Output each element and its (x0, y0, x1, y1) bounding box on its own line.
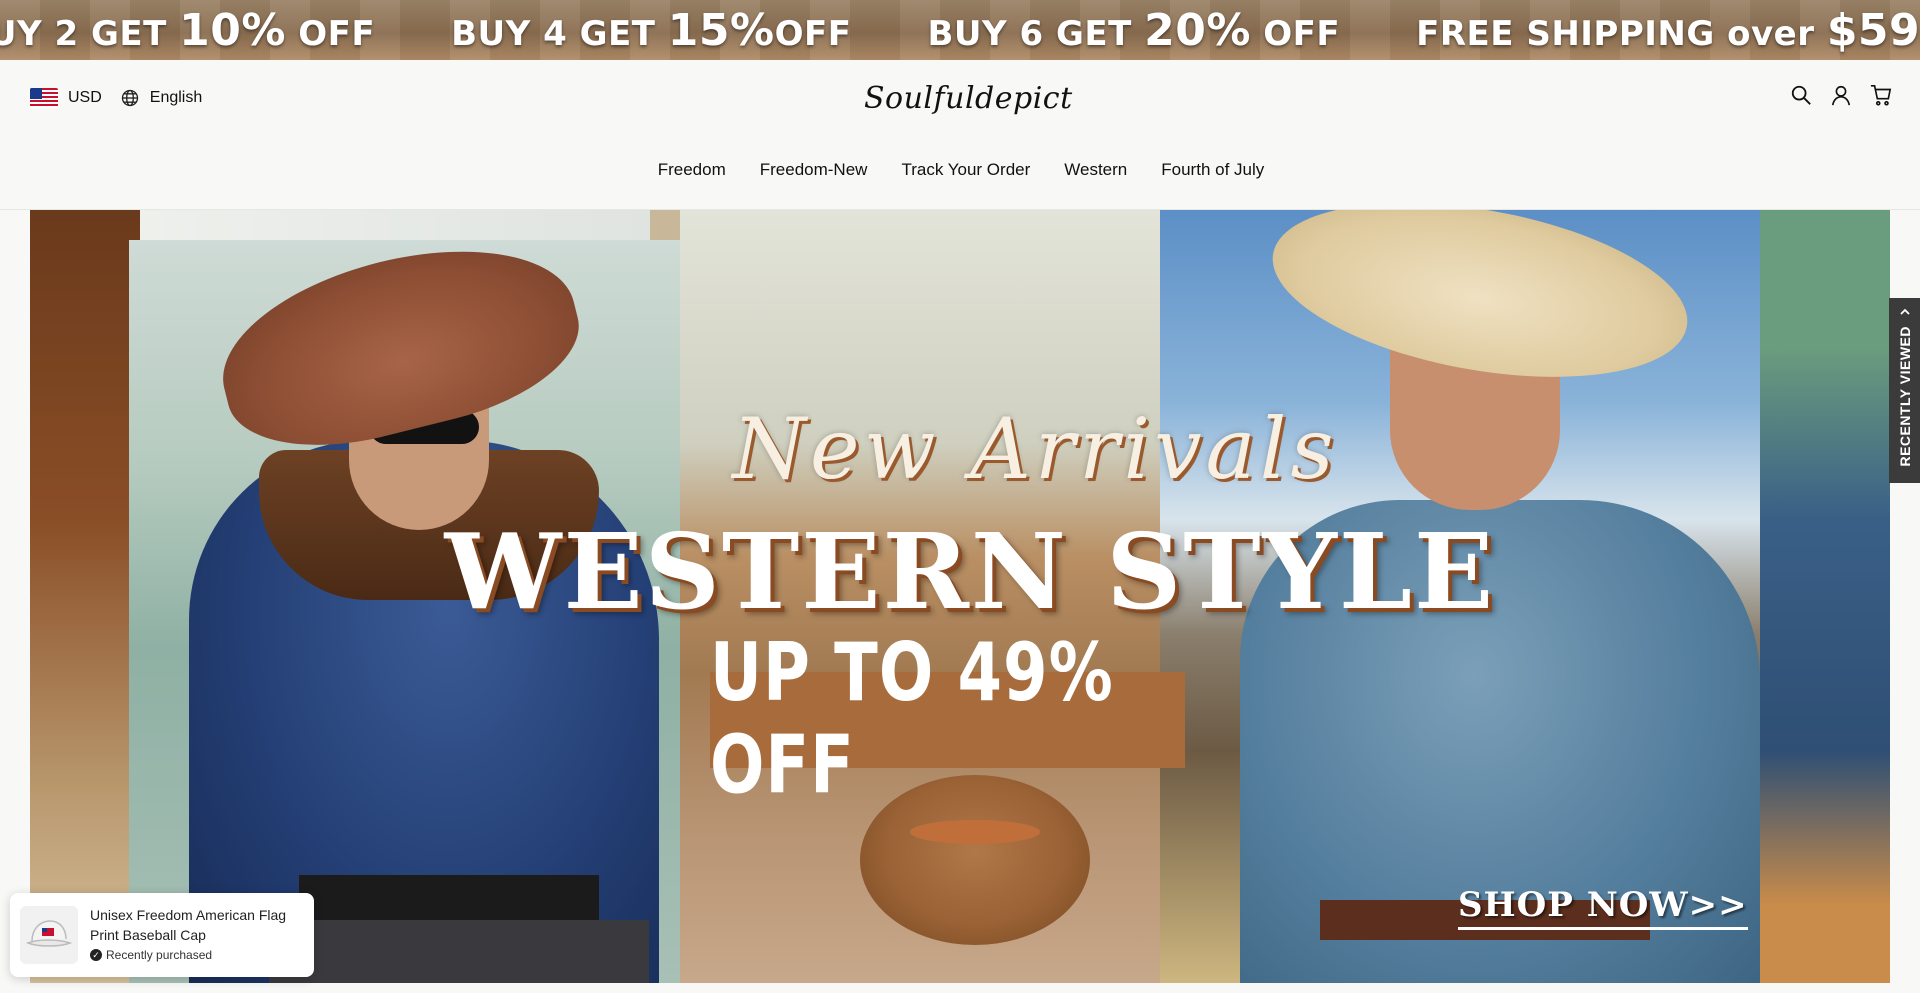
nav-item-fourth-of-july[interactable]: Fourth of July (1161, 160, 1264, 180)
recent-purchase-popup[interactable]: Unisex Freedom American Flag Print Baseb… (10, 893, 314, 977)
recently-viewed-label: RECENTLY VIEWED (1896, 326, 1913, 467)
desert-hat-band (910, 820, 1040, 844)
promo-banner[interactable]: BUY 2 GET 10% OFF BUY 4 GET 15%OFF BUY 6… (0, 0, 1920, 60)
nav-item-western[interactable]: Western (1064, 160, 1127, 180)
promo-buy-6: BUY 6 GET 20% OFF (927, 4, 1341, 56)
site-logo[interactable]: Soulfuldepict (858, 70, 1072, 126)
header-actions (1790, 84, 1892, 106)
chevron-up-icon (1899, 308, 1910, 315)
logo-text: Soulfuldepict (864, 80, 1073, 116)
account-icon[interactable] (1830, 84, 1852, 106)
search-icon[interactable] (1790, 84, 1812, 106)
globe-icon[interactable] (120, 88, 140, 108)
promo-buy-4: BUY 4 GET 15%OFF (451, 4, 852, 56)
hero-script-line: New Arrivals (732, 400, 1338, 498)
locale-selector: USD English (30, 88, 202, 108)
promo-free-shipping: FREE SHIPPING over $59+ (1416, 4, 1920, 56)
main-nav: Freedom Freedom-New Track Your Order Wes… (0, 160, 1920, 180)
language-selector[interactable]: English (150, 89, 202, 107)
hero-headline: WESTERN STYLE (444, 510, 1496, 633)
popup-status: ✓ Recently purchased (90, 945, 300, 965)
check-circle-icon: ✓ (90, 949, 102, 961)
model-belt (299, 875, 599, 921)
promo-buy-2: BUY 2 GET 10% OFF (0, 4, 376, 56)
model-jeans (269, 920, 649, 983)
hero-banner[interactable]: New Arrivals WESTERN STYLE UP TO 49% OFF… (30, 210, 1890, 983)
popup-product-title[interactable]: Unisex Freedom American Flag Print Baseb… (90, 905, 300, 945)
product-thumbnail (20, 906, 78, 964)
shop-now-link[interactable]: SHOP NOW>> (1458, 885, 1748, 930)
hero-photo-sky (140, 210, 650, 240)
currency-selector[interactable]: USD (68, 89, 102, 107)
hero-offer-box: UP TO 49% OFF (710, 628, 1185, 813)
popup-body: Unisex Freedom American Flag Print Baseb… (90, 905, 300, 965)
us-flag-icon[interactable] (30, 88, 58, 108)
hero-offer-text: UP TO 49% OFF (710, 627, 1114, 813)
cart-icon[interactable] (1870, 84, 1892, 106)
popup-status-text: Recently purchased (106, 948, 213, 962)
site-header: USD English Soulfuldepict Freedom Freedo… (0, 60, 1920, 210)
nav-item-freedom-new[interactable]: Freedom-New (760, 160, 868, 180)
nav-item-track-order[interactable]: Track Your Order (901, 160, 1030, 180)
nav-item-freedom[interactable]: Freedom (658, 160, 726, 180)
baseball-cap-icon (26, 920, 72, 947)
recently-viewed-tab[interactable]: RECENTLY VIEWED (1889, 298, 1920, 483)
